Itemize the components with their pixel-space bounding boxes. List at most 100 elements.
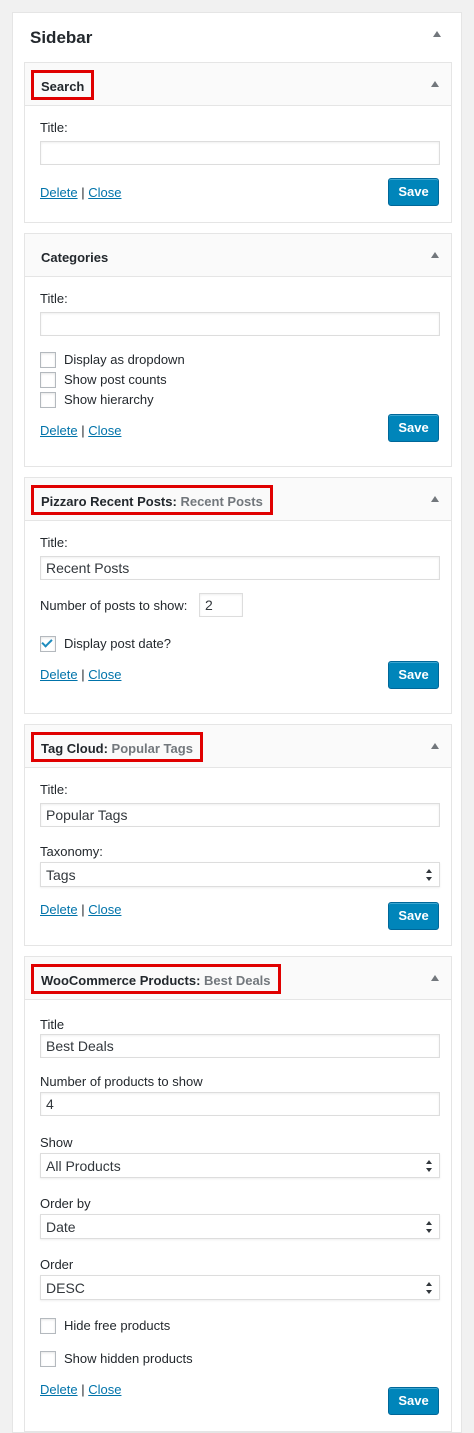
widget-subtitle: Best Deals: [204, 973, 271, 988]
widget-name: Pizzaro Recent Posts:: [41, 494, 177, 509]
close-link[interactable]: Close: [88, 667, 121, 682]
show-hidden-products-checkbox[interactable]: [40, 1351, 56, 1367]
widget-toggle-arrow-icon[interactable]: [431, 81, 439, 87]
show-select[interactable]: All Products: [40, 1153, 440, 1178]
widget-woocommerce-products: WooCommerce Products: Best Deals Title N…: [24, 956, 452, 1432]
separator: |: [81, 423, 85, 438]
save-button[interactable]: Save: [388, 414, 439, 442]
widget-toggle-arrow-icon[interactable]: [431, 743, 439, 749]
show-hierarchy-checkbox[interactable]: [40, 392, 56, 408]
title-label: Title:: [40, 535, 68, 550]
title-input[interactable]: [40, 1034, 440, 1058]
widget-categories: Categories Title: Display as dropdown Sh…: [24, 233, 452, 467]
separator: |: [81, 185, 85, 200]
number-of-posts-label: Number of posts to show:: [40, 598, 188, 613]
order-by-select[interactable]: Date: [40, 1214, 440, 1239]
display-post-date-checkbox[interactable]: [40, 636, 56, 652]
widget-name: Categories: [41, 250, 109, 265]
save-button[interactable]: Save: [388, 902, 439, 930]
separator: |: [81, 667, 85, 682]
select-arrows-icon: [426, 1282, 434, 1294]
show-value: All Products: [46, 1158, 121, 1174]
title-input[interactable]: [40, 141, 440, 165]
show-post-counts-label: Show post counts: [64, 372, 167, 387]
separator: |: [81, 902, 85, 917]
order-select[interactable]: DESC: [40, 1275, 440, 1300]
save-button[interactable]: Save: [388, 661, 439, 689]
title-label: Title: [40, 1017, 65, 1032]
widget-subtitle: Popular Tags: [111, 741, 193, 756]
widget-search: Search Title: Delete | Close Save: [24, 62, 452, 223]
widget-toggle-arrow-icon[interactable]: [431, 496, 439, 502]
sidebar-header[interactable]: Sidebar: [13, 13, 461, 61]
widget-title: WooCommerce Products: Best Deals: [31, 964, 281, 994]
display-dropdown-checkbox[interactable]: [40, 352, 56, 368]
taxonomy-value: Tags: [46, 867, 76, 883]
widget-search-header[interactable]: Search: [25, 63, 451, 106]
hide-free-products-label: Hide free products: [64, 1318, 171, 1333]
widget-name: WooCommerce Products:: [41, 973, 201, 988]
sidebar-panel: Sidebar Search Title: Delete | Close Sav…: [12, 12, 462, 1433]
widget-actions: Delete | Close: [40, 423, 121, 438]
widget-name: Tag Cloud:: [41, 741, 108, 756]
title-input[interactable]: [40, 312, 440, 336]
save-button[interactable]: Save: [388, 178, 439, 206]
delete-link[interactable]: Delete: [40, 667, 78, 682]
order-value: DESC: [46, 1280, 85, 1296]
widget-name: Search: [41, 79, 85, 94]
widget-tag-cloud-header[interactable]: Tag Cloud: Popular Tags: [25, 725, 451, 768]
widget-categories-header[interactable]: Categories: [25, 234, 451, 277]
widget-tag-cloud: Tag Cloud: Popular Tags Title: Taxonomy:…: [24, 724, 452, 946]
widget-woocommerce-products-header[interactable]: WooCommerce Products: Best Deals: [25, 957, 451, 1000]
widget-toggle-arrow-icon[interactable]: [431, 975, 439, 981]
widget-toggle-arrow-icon[interactable]: [431, 252, 439, 258]
display-post-date-label: Display post date?: [64, 636, 171, 651]
show-hierarchy-label: Show hierarchy: [64, 392, 154, 407]
title-label: Title:: [40, 120, 68, 135]
close-link[interactable]: Close: [88, 423, 121, 438]
close-link[interactable]: Close: [88, 185, 121, 200]
widget-subtitle: Recent Posts: [180, 494, 263, 509]
widget-actions: Delete | Close: [40, 667, 121, 682]
close-link[interactable]: Close: [88, 902, 121, 917]
select-arrows-icon: [426, 869, 434, 881]
close-link[interactable]: Close: [88, 1382, 121, 1397]
taxonomy-select[interactable]: Tags: [40, 862, 440, 887]
collapse-arrow-icon[interactable]: [433, 31, 441, 37]
widget-title: Pizzaro Recent Posts: Recent Posts: [31, 485, 273, 515]
widget-actions: Delete | Close: [40, 185, 121, 200]
widget-title: Search: [31, 70, 95, 100]
display-dropdown-label: Display as dropdown: [64, 352, 185, 367]
hide-free-products-checkbox[interactable]: [40, 1318, 56, 1334]
separator: |: [81, 1382, 85, 1397]
delete-link[interactable]: Delete: [40, 423, 78, 438]
sidebar-title: Sidebar: [30, 28, 93, 47]
delete-link[interactable]: Delete: [40, 185, 78, 200]
order-by-label: Order by: [40, 1196, 91, 1211]
number-of-posts-input[interactable]: [199, 593, 243, 617]
delete-link[interactable]: Delete: [40, 902, 78, 917]
show-post-counts-checkbox[interactable]: [40, 372, 56, 388]
widget-actions: Delete | Close: [40, 902, 121, 917]
title-input[interactable]: [40, 803, 440, 827]
title-label: Title:: [40, 782, 68, 797]
delete-link[interactable]: Delete: [40, 1382, 78, 1397]
widget-recent-posts: Pizzaro Recent Posts: Recent Posts Title…: [24, 477, 452, 714]
number-of-products-label: Number of products to show: [40, 1074, 203, 1089]
widget-actions: Delete | Close: [40, 1382, 121, 1397]
show-hidden-products-label: Show hidden products: [64, 1351, 193, 1366]
widget-title: Categories: [31, 241, 118, 271]
title-label: Title:: [40, 291, 68, 306]
widget-recent-posts-header[interactable]: Pizzaro Recent Posts: Recent Posts: [25, 478, 451, 521]
save-button[interactable]: Save: [388, 1387, 439, 1415]
taxonomy-label: Taxonomy:: [40, 844, 103, 859]
title-input[interactable]: [40, 556, 440, 580]
widget-title: Tag Cloud: Popular Tags: [31, 732, 203, 762]
checkmark-icon: [41, 636, 53, 648]
show-label: Show: [40, 1135, 73, 1150]
select-arrows-icon: [426, 1221, 434, 1233]
number-of-products-input[interactable]: [40, 1092, 440, 1116]
order-label: Order: [40, 1257, 74, 1272]
order-by-value: Date: [46, 1219, 76, 1235]
select-arrows-icon: [426, 1160, 434, 1172]
